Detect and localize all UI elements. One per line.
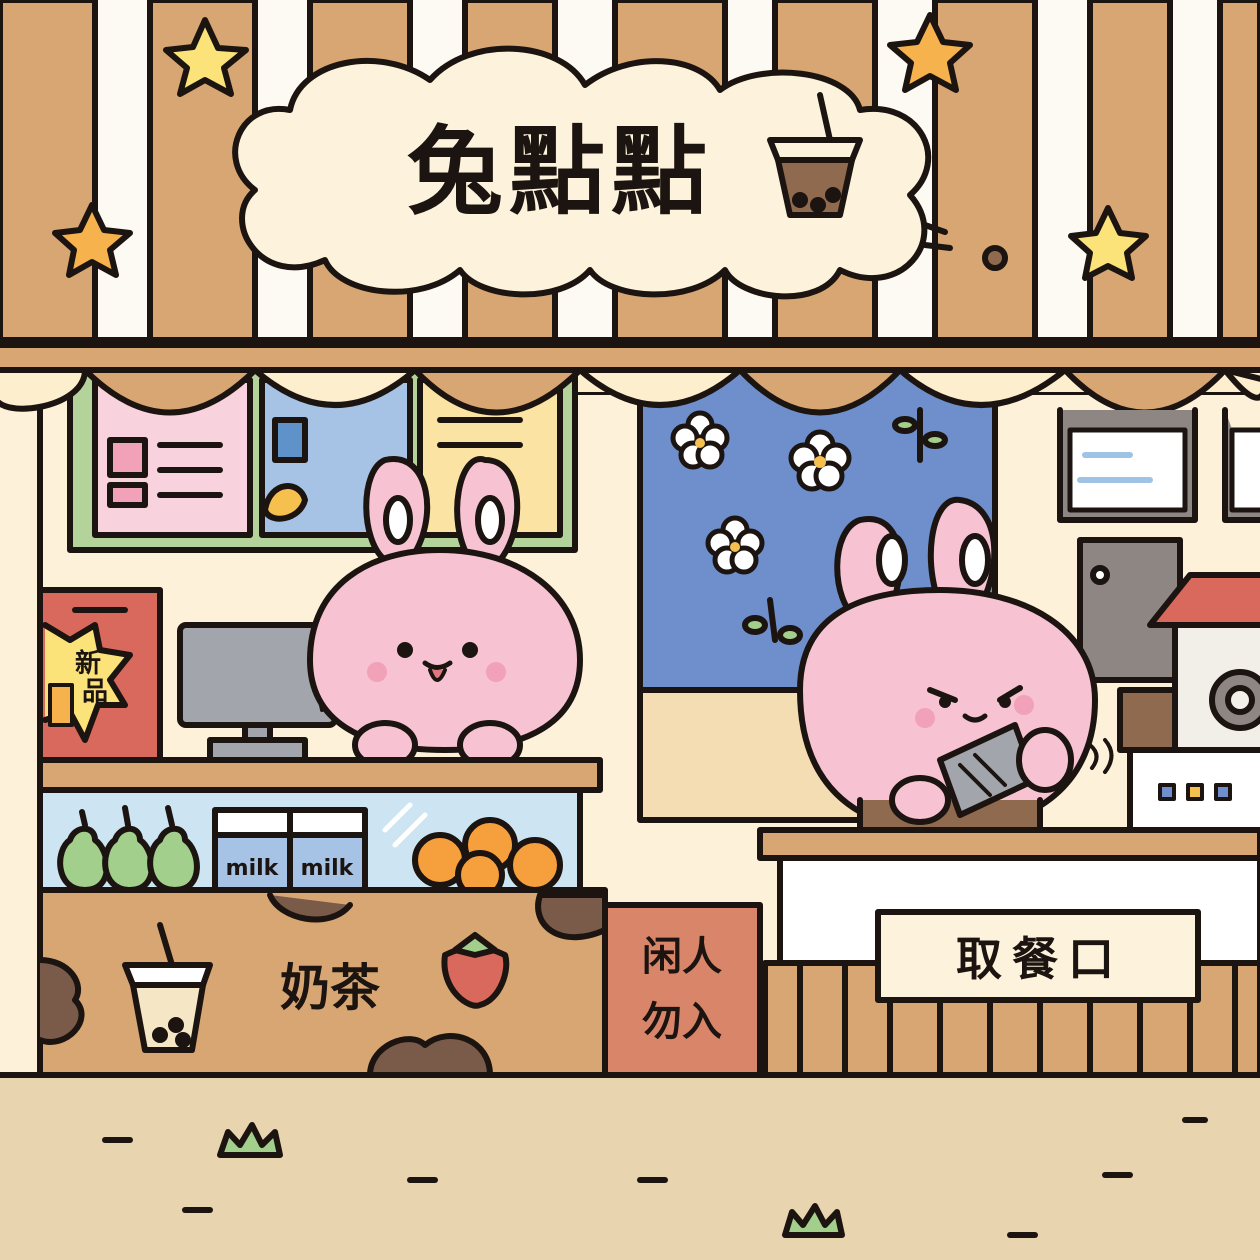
staff-only-sign: 闲人 勿入 (602, 902, 763, 1078)
counter-label: 奶茶 (280, 959, 381, 1017)
main-counter: milk milk 奶茶 (37, 757, 608, 1078)
new-badge-line1: 新 (75, 648, 101, 679)
milk-cartons: milk milk (212, 807, 368, 893)
ground (0, 1072, 1260, 1260)
milk-label-1: milk (226, 856, 280, 881)
staff-sign-line1: 闲人 (642, 934, 722, 980)
staff-sign-line2: 勿入 (642, 999, 722, 1045)
shop-name: 兔點點 (407, 116, 713, 228)
pickup-label: 取餐口 (956, 932, 1124, 986)
boba-shop-illustration: 兔點點 新 品 milk milk 奶茶 闲人 勿入 取餐口 (0, 0, 1260, 1260)
milk-label-2: milk (301, 856, 355, 881)
new-product-sign: 新 品 (37, 587, 163, 763)
pickup-counter: 取餐口 (757, 827, 1260, 1078)
new-badge-line2: 品 (82, 677, 108, 707)
